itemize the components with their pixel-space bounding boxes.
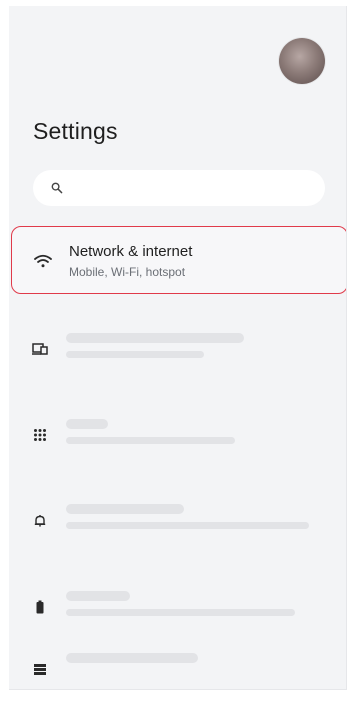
devices-icon — [31, 340, 49, 358]
settings-item-placeholder[interactable] — [9, 328, 346, 368]
placeholder-title-bar — [66, 333, 244, 343]
settings-item-subtitle: Mobile, Wi-Fi, hotspot — [69, 265, 186, 279]
placeholder-subtitle-bar — [66, 351, 204, 358]
placeholder-subtitle-bar — [66, 609, 295, 616]
battery-icon — [31, 598, 49, 616]
placeholder-title-bar — [66, 653, 198, 663]
page-title: Settings — [33, 118, 118, 144]
apps-grid-icon — [31, 426, 49, 444]
settings-item-placeholder[interactable] — [9, 502, 346, 542]
search-input[interactable] — [71, 179, 311, 197]
settings-item-title: Network & internet — [69, 243, 193, 260]
settings-item-placeholder[interactable] — [9, 646, 346, 686]
settings-item-placeholder[interactable] — [9, 588, 346, 628]
search-icon — [51, 182, 63, 194]
placeholder-title-bar — [66, 591, 130, 601]
avatar[interactable] — [279, 38, 325, 84]
settings-item-network-internet[interactable]: Network & internet Mobile, Wi-Fi, hotspo… — [11, 226, 346, 294]
settings-item-placeholder[interactable] — [9, 416, 346, 456]
wifi-icon — [34, 252, 52, 270]
placeholder-title-bar — [66, 504, 184, 514]
placeholder-title-bar — [66, 419, 108, 429]
placeholder-subtitle-bar — [66, 437, 235, 444]
search-bar[interactable] — [33, 170, 325, 206]
notifications-icon — [31, 512, 49, 530]
settings-panel: Settings Network & internet Mobile, Wi-F — [9, 6, 347, 690]
placeholder-subtitle-bar — [66, 522, 309, 529]
page: Settings Network & internet Mobile, Wi-F — [0, 0, 351, 702]
storage-icon — [31, 660, 49, 678]
